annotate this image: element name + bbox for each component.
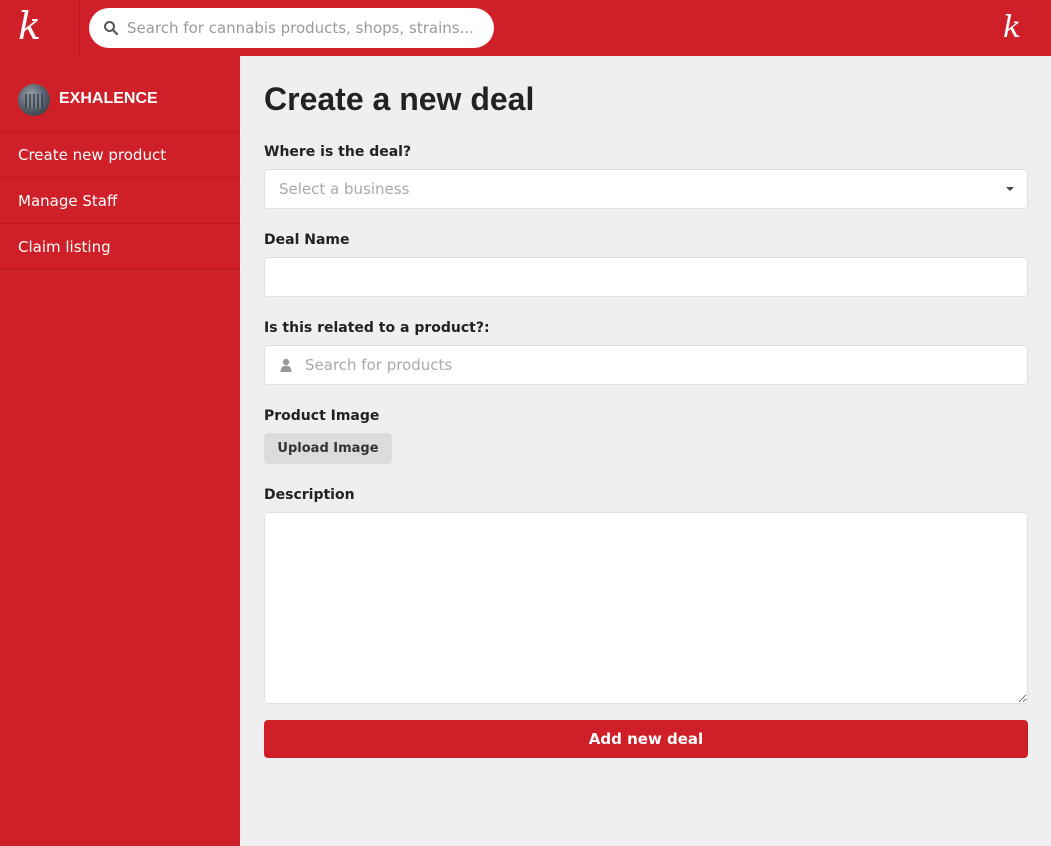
business-select-placeholder: Select a business (279, 180, 410, 198)
deal-name-label: Deal Name (264, 232, 350, 248)
upload-image-button[interactable]: Upload Image (264, 433, 392, 464)
chevron-down-icon (1006, 187, 1014, 191)
business-avatar (18, 84, 50, 116)
product-search-input[interactable] (265, 346, 1027, 384)
description-label: Description (264, 487, 355, 503)
sidebar-item-create-new-product[interactable]: Create new product (0, 132, 240, 178)
page-title: Create a new deal (264, 81, 535, 117)
deal-name-field (264, 257, 1028, 297)
global-search (89, 8, 494, 48)
product-search-field (264, 345, 1028, 385)
where-label: Where is the deal? (264, 144, 412, 160)
sidebar: EXHALENCE Create new product Manage Staf… (0, 56, 240, 846)
product-image-label: Product Image (264, 408, 380, 424)
product-label: Is this related to a product?: (264, 320, 490, 336)
global-search-input[interactable] (127, 8, 482, 48)
logo-home-link[interactable]: k (0, 0, 80, 56)
sidebar-business[interactable]: EXHALENCE (0, 56, 240, 132)
business-name: EXHALENCE (59, 90, 158, 107)
logo: k (18, 4, 42, 48)
top-bar: k k (0, 0, 1051, 56)
user-menu-logo[interactable]: k (1003, 10, 1021, 46)
description-textarea[interactable] (264, 512, 1028, 704)
add-new-deal-button[interactable]: Add new deal (264, 720, 1028, 758)
deal-name-input[interactable] (265, 258, 1027, 296)
business-select[interactable]: Select a business (264, 169, 1028, 209)
sidebar-item-manage-staff[interactable]: Manage Staff (0, 178, 240, 224)
sidebar-item-claim-listing[interactable]: Claim listing (0, 224, 240, 270)
search-icon (104, 21, 119, 36)
